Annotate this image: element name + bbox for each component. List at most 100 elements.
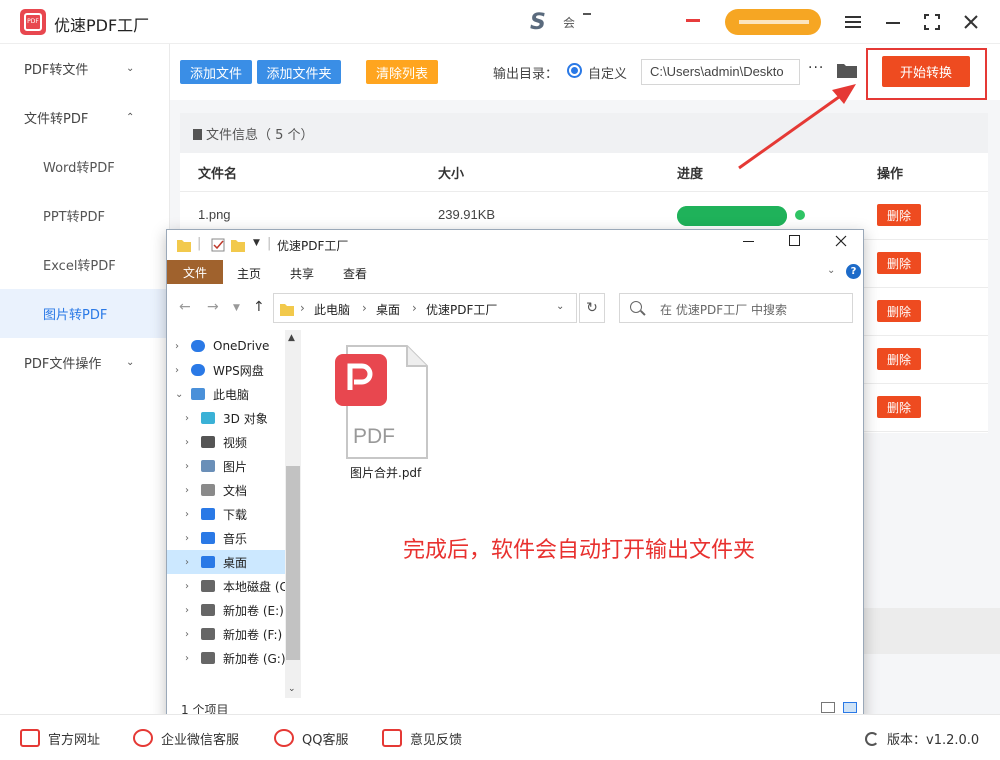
scroll-down-icon[interactable]: ⌄ xyxy=(288,684,296,694)
chevron-down-icon[interactable]: ⌄ xyxy=(175,389,183,400)
table-divider xyxy=(180,191,988,192)
pdf-file-name[interactable]: 图片合并.pdf xyxy=(350,464,421,481)
address-bar[interactable]: › 此电脑 › 桌面 › 优速PDF工厂 ⌄ xyxy=(273,293,577,323)
chevron-right-icon[interactable]: › xyxy=(185,509,189,520)
hamburger-icon[interactable] xyxy=(842,11,864,33)
title-bar: PDF 优速PDF工厂 S 会 xyxy=(0,0,1000,44)
close-icon[interactable] xyxy=(960,11,982,33)
tree-item[interactable]: › 本地磁盘 (C xyxy=(167,574,301,598)
delete-button[interactable]: 删除 xyxy=(877,300,921,322)
wecom-support-link[interactable]: 企业微信客服 xyxy=(133,729,239,748)
drive-icon xyxy=(201,604,215,616)
tree-item[interactable]: › 桌面 xyxy=(167,550,301,574)
chevron-right-icon[interactable]: › xyxy=(175,365,179,376)
help-icon[interactable]: ? xyxy=(846,264,861,279)
folder-icon[interactable] xyxy=(837,62,857,78)
sidebar-item-excel-to-pdf[interactable]: Excel转PDF xyxy=(0,240,170,289)
tree-item[interactable]: › 新加卷 (E:) xyxy=(167,598,301,622)
add-file-button[interactable]: 添加文件 xyxy=(180,60,252,84)
tree-scrollbar-thumb[interactable] xyxy=(286,466,300,660)
more-icon[interactable]: ··· xyxy=(808,60,824,76)
details-view-icon[interactable] xyxy=(821,702,835,713)
tab-share[interactable]: 共享 xyxy=(290,265,314,282)
new-folder-icon[interactable] xyxy=(231,238,245,252)
chevron-right-icon[interactable]: › xyxy=(185,629,189,640)
website-icon xyxy=(20,729,40,747)
scroll-up-icon[interactable]: ▲ xyxy=(288,333,295,343)
delete-button[interactable]: 删除 xyxy=(877,252,921,274)
delete-button[interactable]: 删除 xyxy=(877,396,921,418)
feedback-link[interactable]: 意见反馈 xyxy=(382,729,462,748)
close-icon[interactable] xyxy=(835,235,847,251)
folder-icon xyxy=(280,304,294,316)
chevron-right-icon[interactable]: › xyxy=(185,605,189,616)
custom-radio-label[interactable]: 自定义 xyxy=(588,63,627,82)
vip-button[interactable] xyxy=(725,9,821,35)
tab-home[interactable]: 主页 xyxy=(237,265,261,282)
tree-item-label: 图片 xyxy=(223,459,248,474)
tab-view[interactable]: 查看 xyxy=(343,265,367,282)
tree-item[interactable]: › 新加卷 (F:) xyxy=(167,622,301,646)
add-folder-button[interactable]: 添加文件夹 xyxy=(257,60,341,84)
tree-item[interactable]: › 音乐 xyxy=(167,526,301,550)
quick-access-dropdown-icon[interactable]: ▼ xyxy=(253,238,260,248)
maximize-icon[interactable] xyxy=(921,11,943,33)
explorer-ribbon: 文件 主页 共享 查看 ⌄ ? xyxy=(167,260,863,286)
chevron-right-icon[interactable]: › xyxy=(185,533,189,544)
delete-button[interactable]: 删除 xyxy=(877,204,921,226)
tree-item[interactable]: ⌄ 此电脑 xyxy=(167,382,301,406)
address-dropdown-icon[interactable]: ⌄ xyxy=(556,301,564,312)
tree-item[interactable]: › OneDrive xyxy=(167,334,301,358)
forward-icon[interactable]: → xyxy=(207,299,219,315)
clear-list-button[interactable]: 清除列表 xyxy=(366,60,438,84)
search-input[interactable]: 在 优速PDF工厂 中搜索 xyxy=(619,293,853,323)
chevron-right-icon[interactable]: › xyxy=(185,653,189,664)
tree-item[interactable]: › 文档 xyxy=(167,478,301,502)
recent-dropdown-icon[interactable]: ▼ xyxy=(233,303,240,313)
tree-item[interactable]: › 视频 xyxy=(167,430,301,454)
chevron-right-icon[interactable]: › xyxy=(185,413,189,424)
chevron-right-icon[interactable]: › xyxy=(185,437,189,448)
col-action: 操作 xyxy=(877,167,904,182)
chevron-right-icon[interactable]: › xyxy=(185,461,189,472)
sidebar-item-pdf-operations[interactable]: PDF文件操作 ⌄ xyxy=(0,338,170,387)
custom-radio[interactable] xyxy=(567,63,582,78)
sidebar-item-ppt-to-pdf[interactable]: PPT转PDF xyxy=(0,191,170,240)
refresh-icon[interactable]: ↻ xyxy=(579,293,605,323)
ribbon-expand-icon[interactable]: ⌄ xyxy=(827,265,835,276)
large-icons-view-icon[interactable] xyxy=(843,702,857,713)
chevron-right-icon[interactable]: › xyxy=(175,341,179,352)
sidebar-item-word-to-pdf[interactable]: Word转PDF xyxy=(0,142,170,191)
minimize-icon[interactable] xyxy=(743,235,755,251)
minimize-icon[interactable] xyxy=(882,11,904,33)
up-icon[interactable]: ↑ xyxy=(253,299,265,315)
chevron-right-icon[interactable]: › xyxy=(185,485,189,496)
tree-item[interactable]: › 3D 对象 xyxy=(167,406,301,430)
col-progress: 进度 xyxy=(677,167,704,182)
maximize-icon[interactable] xyxy=(789,235,801,251)
tree-item[interactable]: › 新加卷 (G:) xyxy=(167,646,301,670)
official-site-link[interactable]: 官方网址 xyxy=(20,729,100,748)
sidebar-item-pdf-to-file[interactable]: PDF转文件 ⌄ xyxy=(0,44,170,93)
chevron-right-icon[interactable]: › xyxy=(185,581,189,592)
chevron-up-icon: ⌃ xyxy=(126,112,135,123)
start-convert-button[interactable]: 开始转换 xyxy=(882,56,970,87)
chevron-right-icon[interactable]: › xyxy=(185,557,189,568)
breadcrumb-this-pc[interactable]: 此电脑 xyxy=(314,301,350,318)
properties-icon[interactable] xyxy=(211,237,225,252)
delete-button[interactable]: 删除 xyxy=(877,348,921,370)
col-filename: 文件名 xyxy=(198,167,238,182)
tree-item[interactable]: › 图片 xyxy=(167,454,301,478)
breadcrumb-folder[interactable]: 优速PDF工厂 xyxy=(426,301,497,318)
breadcrumb-desktop[interactable]: 桌面 xyxy=(376,301,400,318)
tree-item[interactable]: › WPS网盘 xyxy=(167,358,301,382)
tab-file[interactable]: 文件 xyxy=(167,260,223,284)
back-icon[interactable]: ← xyxy=(179,299,191,315)
output-path-field[interactable]: C:\Users\admin\Deskto xyxy=(641,59,800,85)
qq-support-link[interactable]: QQ客服 xyxy=(274,729,348,748)
chevron-down-icon: ⌄ xyxy=(126,357,135,368)
tree-item[interactable]: › 下载 xyxy=(167,502,301,526)
sidebar-item-file-to-pdf[interactable]: 文件转PDF ⌃ xyxy=(0,93,170,142)
sidebar-item-image-to-pdf[interactable]: 图片转PDF xyxy=(0,289,170,338)
chevron-down-icon: ⌄ xyxy=(126,63,135,74)
